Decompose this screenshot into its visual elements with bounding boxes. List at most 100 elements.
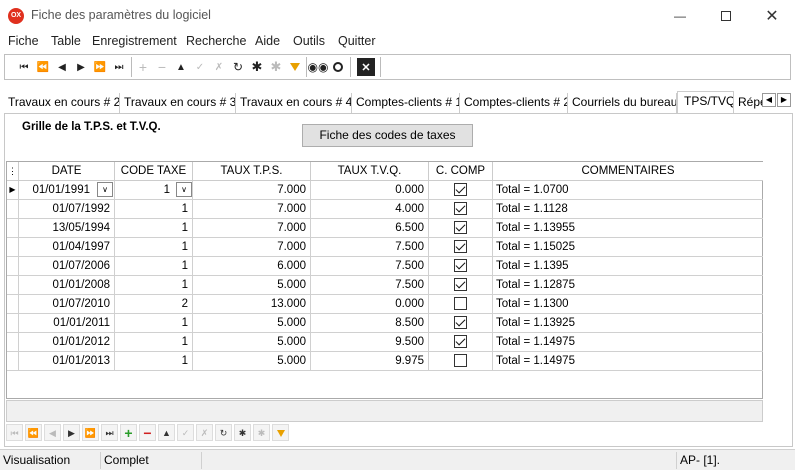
c-comp-checkbox[interactable] bbox=[454, 240, 467, 253]
cell-commentaires[interactable]: Total = 1.13925 bbox=[493, 314, 763, 333]
tax-codes-button[interactable]: Fiche des codes de taxes bbox=[302, 124, 473, 147]
cell-taux-tps[interactable]: 7.000 bbox=[193, 219, 311, 238]
first-record-button[interactable]: ⏮ bbox=[15, 58, 33, 76]
tab-travaux-3[interactable]: Travaux en cours # 3 bbox=[120, 93, 236, 113]
tab-tps-tvq[interactable]: TPS/TVQ bbox=[677, 91, 734, 114]
cell-taux-tvq[interactable]: 0.000 bbox=[311, 181, 429, 200]
cell-taux-tvq[interactable]: 7.500 bbox=[311, 238, 429, 257]
close-form-button[interactable]: ✕ bbox=[357, 58, 375, 76]
grid-horizontal-scrollbar[interactable] bbox=[6, 400, 763, 422]
delete-record-button[interactable]: − bbox=[153, 58, 171, 76]
cell-code-taxe[interactable]: 1 bbox=[115, 219, 193, 238]
cell-taux-tps[interactable]: 5.000 bbox=[193, 333, 311, 352]
cell-commentaires[interactable]: Total = 1.0700 bbox=[493, 181, 763, 200]
nav-edit-button[interactable]: ▲ bbox=[158, 424, 175, 441]
add-record-button[interactable]: + bbox=[134, 58, 152, 76]
cell-code-taxe[interactable]: 1 bbox=[115, 238, 193, 257]
nav-add-button[interactable]: + bbox=[120, 424, 137, 441]
nav-filter-button[interactable] bbox=[272, 424, 289, 441]
tab-travaux-4[interactable]: Travaux en cours # 4 bbox=[236, 93, 352, 113]
edit-record-button[interactable]: ▲ bbox=[172, 58, 190, 76]
cell-taux-tps[interactable]: 7.000 bbox=[193, 200, 311, 219]
cell-date[interactable]: 01/07/1992 bbox=[19, 200, 115, 219]
nav-first-button[interactable]: ⏮ bbox=[6, 424, 23, 441]
maximize-button[interactable] bbox=[703, 0, 749, 32]
c-comp-checkbox[interactable] bbox=[454, 202, 467, 215]
nav-refresh-button[interactable]: ↻ bbox=[215, 424, 232, 441]
nav-asterisk-button[interactable]: ✱ bbox=[234, 424, 251, 441]
date-dropdown-button[interactable]: ∨ bbox=[97, 182, 113, 197]
cell-commentaires[interactable]: Total = 1.1300 bbox=[493, 295, 763, 314]
next-record-button[interactable]: ▶ bbox=[72, 58, 90, 76]
nav-post-button[interactable]: ✓ bbox=[177, 424, 194, 441]
c-comp-checkbox[interactable] bbox=[454, 221, 467, 234]
cell-code-taxe[interactable]: 1 bbox=[115, 333, 193, 352]
c-comp-checkbox[interactable] bbox=[454, 278, 467, 291]
c-comp-checkbox[interactable] bbox=[454, 354, 467, 367]
row-selector-header[interactable]: ⋮ bbox=[7, 162, 19, 181]
cell-taux-tps[interactable]: 7.000 bbox=[193, 181, 311, 200]
cell-date[interactable]: 01/01/2012 bbox=[19, 333, 115, 352]
post-edit-button[interactable]: ✓ bbox=[191, 58, 209, 76]
row-selector[interactable] bbox=[7, 238, 19, 257]
minimize-button[interactable]: — bbox=[657, 0, 703, 32]
tab-courriels[interactable]: Courriels du bureau bbox=[568, 93, 677, 113]
cell-date[interactable]: 01/07/2010 bbox=[19, 295, 115, 314]
tab-scroll-right-button[interactable]: ▶ bbox=[777, 93, 791, 107]
next-page-button[interactable]: ⏩ bbox=[91, 58, 109, 76]
cell-date[interactable]: 01/07/2006 bbox=[19, 257, 115, 276]
cell-taux-tvq[interactable]: 0.000 bbox=[311, 295, 429, 314]
code-dropdown-button[interactable]: ∨ bbox=[176, 182, 192, 197]
binoculars-button[interactable]: ◉◉ bbox=[308, 58, 329, 76]
menu-recherche[interactable]: Recherche bbox=[186, 34, 246, 48]
row-selector[interactable] bbox=[7, 276, 19, 295]
nav-asterisk-disabled-button[interactable]: ✱ bbox=[253, 424, 270, 441]
nav-next-button[interactable]: ▶ bbox=[63, 424, 80, 441]
cell-date[interactable]: 01/01/2008 bbox=[19, 276, 115, 295]
cell-date[interactable]: 01/01/2011 bbox=[19, 314, 115, 333]
cell-code-taxe[interactable]: 1 bbox=[115, 257, 193, 276]
previous-record-button[interactable]: ◀ bbox=[53, 58, 71, 76]
cell-code-taxe[interactable]: 1 bbox=[115, 276, 193, 295]
cell-taux-tvq[interactable]: 7.500 bbox=[311, 257, 429, 276]
close-button[interactable]: ✕ bbox=[749, 0, 795, 32]
cell-date[interactable]: 01/04/1997 bbox=[19, 238, 115, 257]
cell-commentaires[interactable]: Total = 1.1128 bbox=[493, 200, 763, 219]
nav-delete-button[interactable]: − bbox=[139, 424, 156, 441]
cell-date[interactable]: 13/05/1994 bbox=[19, 219, 115, 238]
menu-outils[interactable]: Outils bbox=[293, 34, 325, 48]
cell-code-taxe[interactable]: 1 bbox=[115, 200, 193, 219]
c-comp-checkbox[interactable] bbox=[454, 183, 467, 196]
menu-table[interactable]: Table bbox=[51, 34, 81, 48]
cell-taux-tvq[interactable]: 7.500 bbox=[311, 276, 429, 295]
search-button[interactable] bbox=[329, 58, 347, 76]
cell-commentaires[interactable]: Total = 1.13955 bbox=[493, 219, 763, 238]
nav-prior-page-button[interactable]: ⏪ bbox=[25, 424, 42, 441]
cell-taux-tvq[interactable]: 9.975 bbox=[311, 352, 429, 371]
menu-fiche[interactable]: Fiche bbox=[8, 34, 39, 48]
row-selector[interactable] bbox=[7, 314, 19, 333]
cell-commentaires[interactable]: Total = 1.15025 bbox=[493, 238, 763, 257]
tab-scroll-left-button[interactable]: ◀ bbox=[762, 93, 776, 107]
column-header-date[interactable]: DATE bbox=[19, 162, 115, 181]
refresh-button[interactable]: ↻ bbox=[229, 58, 247, 76]
cell-taux-tvq[interactable]: 8.500 bbox=[311, 314, 429, 333]
menu-enregistrement[interactable]: Enregistrement bbox=[92, 34, 177, 48]
column-header-taux-tvq[interactable]: TAUX T.V.Q. bbox=[311, 162, 429, 181]
cell-taux-tps[interactable]: 5.000 bbox=[193, 314, 311, 333]
cell-code-taxe[interactable]: 2 bbox=[115, 295, 193, 314]
cell-commentaires[interactable]: Total = 1.1395 bbox=[493, 257, 763, 276]
row-selector[interactable] bbox=[7, 295, 19, 314]
row-selector[interactable] bbox=[7, 200, 19, 219]
column-header-code-taxe[interactable]: CODE TAXE bbox=[115, 162, 193, 181]
nav-cancel-button[interactable]: ✗ bbox=[196, 424, 213, 441]
menu-aide[interactable]: Aide bbox=[255, 34, 280, 48]
row-selector[interactable] bbox=[7, 352, 19, 371]
nav-prior-button[interactable]: ◀ bbox=[44, 424, 61, 441]
row-selector[interactable] bbox=[7, 219, 19, 238]
cell-commentaires[interactable]: Total = 1.12875 bbox=[493, 276, 763, 295]
row-selector[interactable] bbox=[7, 257, 19, 276]
column-header-c-comp[interactable]: C. COMP bbox=[429, 162, 493, 181]
cell-taux-tps[interactable]: 7.000 bbox=[193, 238, 311, 257]
last-record-button[interactable]: ⏭ bbox=[110, 58, 128, 76]
